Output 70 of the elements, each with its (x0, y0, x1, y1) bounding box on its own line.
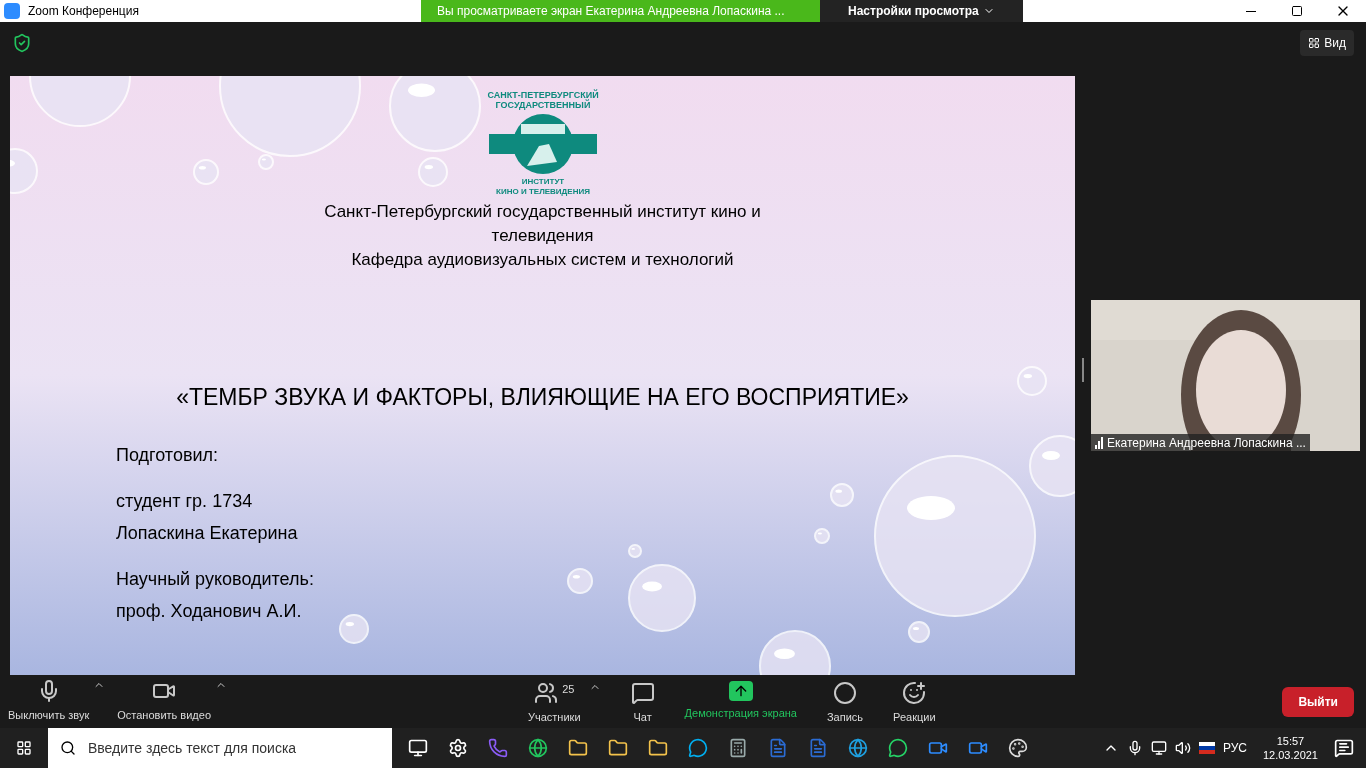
taskbar-search-field[interactable]: Введите здесь текст для поиска (48, 728, 392, 768)
calculator-icon[interactable] (728, 738, 748, 758)
view-button[interactable]: Вид (1300, 30, 1354, 56)
water-drop (339, 614, 369, 644)
phone-icon[interactable] (488, 738, 508, 758)
reactions-button[interactable]: Реакции (893, 681, 936, 726)
mute-button[interactable]: Выключить звук (8, 679, 90, 724)
signal-icon (1095, 436, 1103, 449)
water-drop (628, 564, 696, 632)
chat-button[interactable]: Чат (630, 681, 655, 726)
volume-icon[interactable] (1174, 740, 1191, 756)
notifications-icon[interactable] (1334, 738, 1354, 758)
participants-button[interactable]: 25 Участники (528, 681, 581, 726)
water-drop (10, 148, 38, 194)
share-banner: Вы просматриваете экран Екатерина Андреевна Лопаскина ... (421, 0, 820, 22)
water-drop (418, 157, 448, 187)
shield-icon (12, 33, 32, 53)
water-drop (1017, 366, 1047, 396)
folder-icon[interactable] (608, 738, 628, 758)
slide-text: студент гр. 1734 (116, 489, 254, 513)
messenger-icon[interactable] (688, 738, 708, 758)
slide-header-text: Санкт-Петербургский государственный институт кино и (324, 201, 761, 223)
slide-text: Научный руководитель: (116, 567, 314, 591)
participant-name: Екатерина Андреевна Лопаскина ... (1107, 434, 1306, 451)
settings-icon[interactable] (448, 738, 468, 758)
participant-count: 25 (562, 682, 575, 697)
slide-title: «ТЕМБР ЗВУКА И ФАКТОРЫ, ВЛИЯЮЩИЕ НА ЕГО ВОСПРИЯТИЕ» (176, 383, 909, 412)
water-drop (193, 159, 219, 185)
folder-icon[interactable] (568, 738, 588, 758)
view-options-button[interactable]: Настройки просмотра (820, 0, 1023, 22)
task-view-icon[interactable] (408, 738, 428, 758)
leave-button[interactable]: Выйти (1282, 686, 1354, 717)
water-drop (567, 568, 593, 594)
clock-time: 15:57 (1276, 734, 1305, 748)
slide-text: Подготовил: (116, 443, 219, 467)
smiley-icon (902, 681, 927, 705)
browser-icon[interactable] (848, 738, 868, 758)
slide-text: Лопаскина Екатерина (116, 521, 299, 545)
palette-icon[interactable] (1008, 738, 1028, 758)
app-icon (4, 3, 20, 19)
globe-icon[interactable] (528, 738, 548, 758)
slide-header-text: телевидения (491, 225, 594, 247)
stop-video-button[interactable]: Остановить видео (117, 679, 211, 724)
window-title: Zoom Конференция (28, 3, 139, 20)
minimize-icon (1246, 10, 1256, 12)
water-drop (628, 544, 642, 558)
chat-bubble-icon[interactable] (888, 738, 908, 758)
water-drop (759, 630, 831, 675)
record-icon (833, 681, 857, 705)
document-icon[interactable] (808, 738, 828, 758)
search-icon (60, 740, 76, 756)
share-button[interactable]: Демонстрация экрана (684, 681, 797, 722)
chat-icon (630, 681, 655, 705)
slide-text: проф. Ходанович А.И. (116, 599, 303, 623)
maximize-icon (1291, 5, 1303, 17)
institute-logo: САНКТ-ПЕТЕРБУРГСКИЙ ГОСУДАРСТВЕННЫЙ ИНСТИТУТ КИНО И ТЕЛЕВИДЕНИЯ (482, 88, 603, 196)
record-button[interactable]: Запись (826, 681, 864, 726)
slide-header-text: Кафедра аудиовизуальных систем и технологий (351, 249, 734, 271)
clock-date: 12.03.2021 (1262, 748, 1318, 762)
language-indicator[interactable]: РУС (1222, 739, 1247, 757)
participants-icon (534, 681, 559, 705)
network-icon[interactable] (1150, 740, 1167, 756)
document-icon[interactable] (768, 738, 788, 758)
water-drop (830, 483, 854, 507)
grid-icon (1308, 37, 1321, 49)
water-drop (814, 528, 830, 544)
folder-icon[interactable] (648, 738, 668, 758)
water-drop (908, 621, 930, 643)
flag-icon (1198, 742, 1215, 754)
share-screen-icon (728, 681, 753, 701)
